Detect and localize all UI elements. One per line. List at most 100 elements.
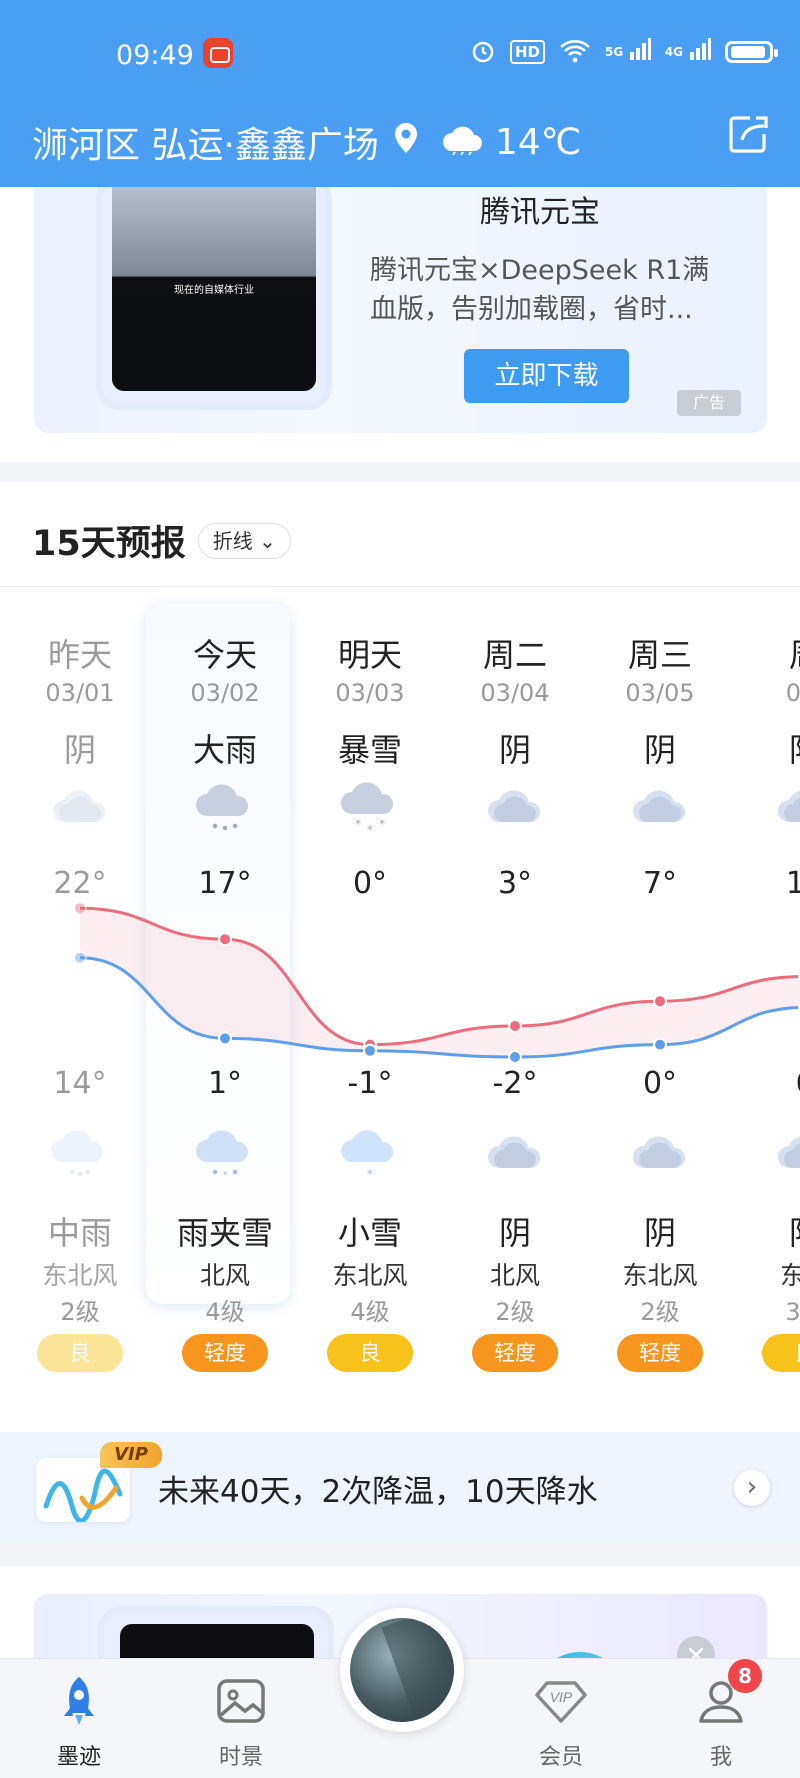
rain-icon	[48, 1120, 112, 1184]
low-temp-point	[363, 1043, 377, 1058]
top-header: 09:49 HD 5G 4G 浉河区 弘运·鑫鑫广场 14℃	[0, 0, 800, 187]
day-label: 明天	[337, 636, 402, 674]
cloudy-icon	[773, 1120, 800, 1184]
day-label: 周二	[482, 636, 547, 674]
wind-level: 4级	[205, 1298, 245, 1326]
nav-item-moji[interactable]: 墨迹	[24, 1659, 134, 1778]
light-snow-icon: *	[338, 1120, 402, 1184]
low-temp: 14°	[53, 1066, 107, 1101]
night-condition: 中雨	[47, 1214, 112, 1252]
heavy-rain-icon	[193, 774, 257, 838]
weather-app-screen: 09:49 HD 5G 4G 浉河区 弘运·鑫鑫广场 14℃ 现在的自媒体行业 …	[0, 0, 800, 1778]
low-temp-point	[73, 950, 87, 965]
nav-item-vip[interactable]: VIP 会员	[506, 1659, 616, 1778]
signal-4g-icon: 4G	[665, 38, 711, 66]
day-label: 今天	[192, 636, 257, 674]
cloud-weather-icon	[441, 121, 485, 164]
low-temp-point	[653, 1037, 667, 1052]
ad-download-button[interactable]: 立即下载	[464, 349, 629, 403]
center-photo-button[interactable]	[340, 1608, 464, 1732]
date-label: 03/03	[335, 679, 405, 707]
night-condition: 阴	[643, 1214, 676, 1252]
temperature-line-chart	[73, 901, 800, 1064]
high-temp: 22°	[53, 866, 107, 901]
cloudy-icon	[628, 1120, 692, 1184]
svg-text:*: *	[367, 823, 373, 837]
low-temp-point	[508, 1050, 522, 1064]
high-temp-point	[73, 901, 87, 916]
date-label: 03/02	[190, 679, 260, 707]
vip-40day-banner[interactable]: VIP 未来40天，2次降温，10天降水 ›	[0, 1432, 800, 1542]
ad-video-caption: 现在的自媒体行业	[174, 285, 254, 296]
nav-label-moji: 墨迹	[56, 1745, 101, 1770]
svg-text:*: *	[367, 1167, 373, 1181]
location-bar[interactable]: 浉河区 弘运·鑫鑫广场 14℃	[32, 116, 581, 168]
wind-direction: 东北风	[622, 1261, 698, 1290]
cloudy-icon	[773, 774, 800, 838]
wind-direction: 东北风	[42, 1261, 118, 1290]
cloudy-icon	[483, 1120, 547, 1184]
day-label: 周	[733, 630, 800, 676]
wind-level: 2级	[495, 1298, 535, 1326]
cloudy-icon	[48, 774, 112, 838]
low-temp: -1°	[347, 1066, 393, 1101]
ad-description: 腾讯元宝×DeepSeek R1满血版，告别加载圈，省时...	[370, 255, 710, 325]
status-time: 09:49	[116, 40, 194, 71]
wind-level: 4级	[350, 1298, 390, 1326]
share-icon[interactable]	[726, 112, 770, 156]
vip-banner-text: 未来40天，2次降温，10天降水	[158, 1474, 598, 1510]
rocket-icon	[51, 1673, 107, 1729]
status-icons: HD 5G 4G	[470, 38, 778, 66]
current-temperature: 14℃	[494, 121, 582, 163]
low-temp: -2°	[492, 1066, 538, 1101]
high-temp: 0°	[352, 866, 388, 901]
wifi-icon	[559, 38, 591, 66]
high-temp: 3°	[497, 866, 533, 901]
cloudy-icon	[628, 774, 692, 838]
ad-card[interactable]: 现在的自媒体行业 腾讯元宝 腾讯元宝×DeepSeek R1满血版，告别加载圈，…	[34, 187, 767, 433]
chart-mode-toggle[interactable]: 折线 ⌄	[197, 522, 291, 559]
wind-level: 2级	[60, 1298, 100, 1326]
low-temp: 1°	[207, 1066, 243, 1101]
svg-text:VIP: VIP	[550, 1689, 573, 1705]
high-temp-point	[363, 1037, 377, 1052]
signal-5g-label: 5G	[605, 45, 624, 59]
wind-direction: 北风	[489, 1261, 540, 1290]
night-condition: 小雪	[337, 1214, 402, 1252]
day-condition: 大雨	[192, 731, 257, 769]
signal-4g-label: 4G	[664, 45, 683, 59]
svg-text:*: *	[223, 1170, 228, 1181]
aqi-badge: 良	[327, 1334, 413, 1372]
date-label: 03/05	[625, 679, 695, 707]
blizzard-icon: * * *	[338, 774, 402, 838]
chevron-right-icon[interactable]: ›	[734, 1470, 770, 1506]
camera-photo-thumbnail	[350, 1618, 454, 1722]
location-pin-icon	[393, 122, 419, 163]
high-temp: 11	[785, 866, 800, 901]
date-label: 03/	[785, 679, 800, 707]
wind-level: 3级	[785, 1298, 800, 1326]
forecast-header: 15天预报 折线 ⌄	[32, 515, 291, 566]
aqi-badge: 良	[762, 1334, 800, 1372]
aqi-badge: 轻度	[182, 1334, 268, 1372]
night-condition: 阴	[733, 1208, 800, 1254]
date-label: 03/04	[480, 679, 550, 707]
location-name[interactable]: 浉河区 弘运·鑫鑫广场	[32, 116, 379, 168]
low-temp: 0°	[642, 1066, 678, 1101]
wind-direction: 东北	[779, 1261, 800, 1290]
nav-item-me[interactable]: 8 我	[666, 1659, 776, 1778]
wind-level: 2级	[640, 1298, 680, 1326]
night-condition: 雨夹雪	[176, 1214, 273, 1252]
day-label: 昨天	[47, 636, 112, 674]
today-highlight	[146, 604, 290, 1304]
nav-item-shijing[interactable]: 时景	[186, 1659, 296, 1778]
status-bar: 09:49 HD 5G 4G	[0, 30, 800, 74]
wind-direction: 东北风	[332, 1261, 408, 1290]
divider	[0, 586, 800, 587]
cloudy-icon	[483, 774, 547, 838]
vip-badge: VIP	[100, 1442, 162, 1468]
high-temp-point	[653, 994, 667, 1009]
forecast-15day-section: 15天预报 折线 ⌄ 昨天 03/01 阴 22° 14° 中雨 东北风 2级良 今天 03/02…	[0, 482, 800, 1432]
svg-text:*: *	[379, 817, 385, 831]
forecast-title: 15天预报	[32, 524, 186, 564]
